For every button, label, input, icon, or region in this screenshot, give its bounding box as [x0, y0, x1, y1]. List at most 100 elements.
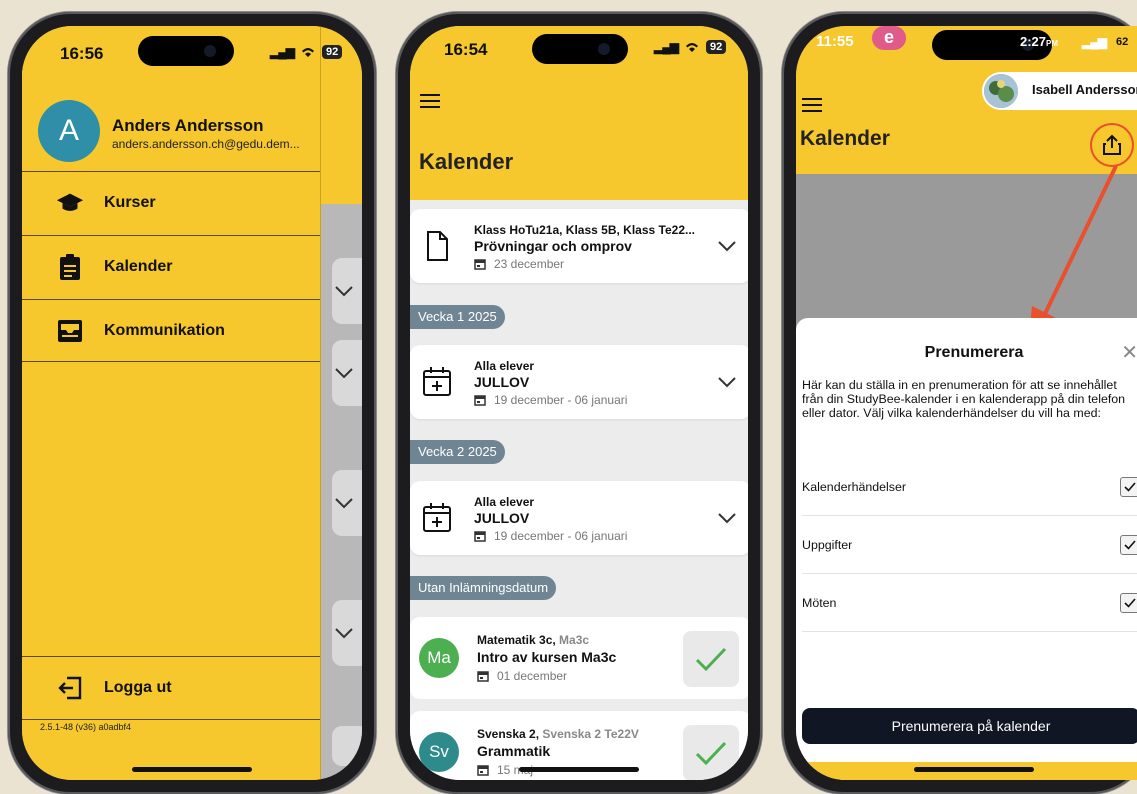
- task-complete-button[interactable]: [683, 631, 739, 687]
- checkmark-icon: [1124, 597, 1136, 608]
- checkmark-icon: [1124, 539, 1136, 550]
- calendar-icon: [474, 259, 486, 270]
- option-uppgifter[interactable]: Uppgifter: [802, 516, 1137, 574]
- event-date: 23 december: [474, 257, 564, 271]
- background-card: [332, 600, 362, 666]
- clock-suffix: PM: [1046, 39, 1059, 48]
- course-group: Svenska 2 Te22V: [542, 727, 639, 741]
- option-label: Kalenderhändelser: [802, 479, 907, 494]
- status-time: 16:54: [444, 40, 488, 59]
- logout-icon: [56, 674, 84, 702]
- document-icon: [427, 231, 448, 261]
- event-title: Prövningar och omprov: [474, 238, 632, 254]
- task-date: 01 december: [477, 669, 567, 683]
- battery-icon: 92: [705, 40, 727, 54]
- phone-3: Isabell Andersson Kalender Prenumerera ✕…: [782, 12, 1137, 794]
- menu-icon[interactable]: [420, 94, 440, 108]
- task-date-text: 01 december: [497, 669, 568, 683]
- calendar-icon: [477, 765, 489, 776]
- event-date-text: 19 december - 06 januari: [494, 393, 628, 407]
- avatar: A: [38, 100, 100, 162]
- signal-icon: ▂▄▆: [654, 40, 679, 54]
- course-avatar: Ma: [419, 638, 459, 678]
- graduation-cap-icon: [56, 189, 84, 217]
- wifi-icon: [301, 48, 314, 57]
- calendar-add-icon: [423, 367, 451, 396]
- user-name: Anders Andersson: [112, 116, 264, 135]
- event-audience: Alla elever: [474, 495, 535, 509]
- chevron-down-icon: [335, 498, 353, 509]
- menu-item-kalender[interactable]: Kalender: [22, 235, 320, 298]
- app-version: 2.5.1-48 (v36) a0adbf4: [40, 722, 132, 732]
- user-chip[interactable]: Isabell Andersson: [982, 72, 1137, 110]
- option-label: Möten: [802, 595, 837, 610]
- checkmark-icon: [1124, 481, 1136, 492]
- chevron-down-icon: [335, 628, 353, 639]
- home-indicator: [519, 767, 639, 772]
- dynamic-island: [138, 36, 234, 66]
- calendar-icon: [477, 671, 489, 682]
- home-indicator: [914, 767, 1034, 772]
- wifi-icon: [685, 43, 698, 52]
- user-email: anders.andersson.ch@gedu.dem...: [112, 137, 300, 151]
- event-date-text: 23 december: [494, 257, 565, 271]
- week-badge: Vecka 1 2025: [410, 305, 505, 329]
- status-bar: ▂▄▆ 92: [654, 40, 727, 54]
- event-audience: Alla elever: [474, 359, 535, 373]
- battery-icon: 92: [321, 45, 343, 59]
- calendar-add-icon: [423, 503, 451, 532]
- course-name: Svenska 2,: [477, 727, 540, 741]
- phone-3-screen: Isabell Andersson Kalender Prenumerera ✕…: [796, 26, 1137, 780]
- checkbox[interactable]: [1120, 592, 1137, 613]
- event-card[interactable]: Klass HoTu21a, Klass 5B, Klass Te22... P…: [410, 209, 748, 283]
- event-date: 19 december - 06 januari: [474, 393, 627, 407]
- checkbox[interactable]: [1120, 534, 1137, 555]
- task-complete-button[interactable]: [683, 725, 739, 780]
- sheet-title: Prenumerera: [924, 344, 1024, 361]
- task-card[interactable]: Ma Matematik 3c, Ma3c Intro av kursen Ma…: [410, 617, 748, 699]
- chevron-down-icon[interactable]: [717, 240, 737, 252]
- task-course: Matematik 3c, Ma3c: [477, 633, 589, 647]
- close-icon[interactable]: ✕: [1121, 340, 1137, 365]
- status-time: 16:56: [60, 44, 104, 63]
- option-moten[interactable]: Möten: [802, 574, 1137, 632]
- home-indicator: [132, 767, 252, 772]
- subscribe-button[interactable]: Prenumerera på kalender: [802, 708, 1137, 744]
- task-course: Svenska 2, Svenska 2 Te22V: [477, 727, 639, 741]
- signal-icon: ▂▄▆: [1082, 35, 1107, 49]
- event-title: JULLOV: [474, 510, 530, 526]
- phone-1: A Anders Andersson anders.andersson.ch@g…: [8, 12, 376, 794]
- menu-item-label: Kurser: [104, 194, 156, 211]
- menu-item-kurser[interactable]: Kurser: [22, 171, 320, 234]
- event-card[interactable]: Alla elever JULLOV 19 december - 06 janu…: [410, 481, 748, 555]
- event-card[interactable]: Alla elever JULLOV 19 december - 06 janu…: [410, 345, 748, 419]
- page-title: Kalender: [419, 149, 514, 174]
- clock-overlay: 2:27PM: [1020, 34, 1058, 49]
- signal-icon: ▂▄▆: [270, 45, 295, 59]
- chevron-down-icon[interactable]: [717, 512, 737, 524]
- battery-icon: 62: [1111, 35, 1133, 49]
- chevron-down-icon[interactable]: [717, 376, 737, 388]
- page-title: Kalender: [800, 127, 890, 150]
- status-bar: ▂▄▆ 62: [1082, 35, 1133, 49]
- checkbox[interactable]: [1120, 476, 1137, 497]
- background-card: [332, 470, 362, 536]
- option-label: Uppgifter: [802, 537, 853, 552]
- inbox-icon: [56, 317, 84, 345]
- option-kalenderhandelser[interactable]: Kalenderhändelser: [802, 458, 1137, 516]
- logout-button[interactable]: Logga ut: [22, 656, 320, 720]
- phone-2-screen: Kalender Klass HoTu21a, Klass 5B, Klass …: [410, 26, 748, 780]
- section-badge: Utan Inlämningsdatum: [410, 576, 557, 600]
- course-name: Matematik 3c,: [477, 633, 556, 647]
- subscribe-sheet: Prenumerera ✕ Här kan du ställa in en pr…: [796, 318, 1137, 780]
- app-e-icon: e: [872, 26, 906, 50]
- menu-item-kommunikation[interactable]: Kommunikation: [22, 299, 320, 362]
- user-name: Isabell Andersson: [1032, 82, 1137, 97]
- event-title: JULLOV: [474, 374, 530, 390]
- event-date: 19 december - 06 januari: [474, 529, 627, 543]
- background-card: [332, 340, 362, 406]
- navigation-drawer: A Anders Andersson anders.andersson.ch@g…: [22, 26, 321, 780]
- event-date-text: 19 december - 06 januari: [494, 529, 628, 543]
- menu-icon[interactable]: [802, 98, 822, 112]
- checkmark-icon: [695, 741, 727, 766]
